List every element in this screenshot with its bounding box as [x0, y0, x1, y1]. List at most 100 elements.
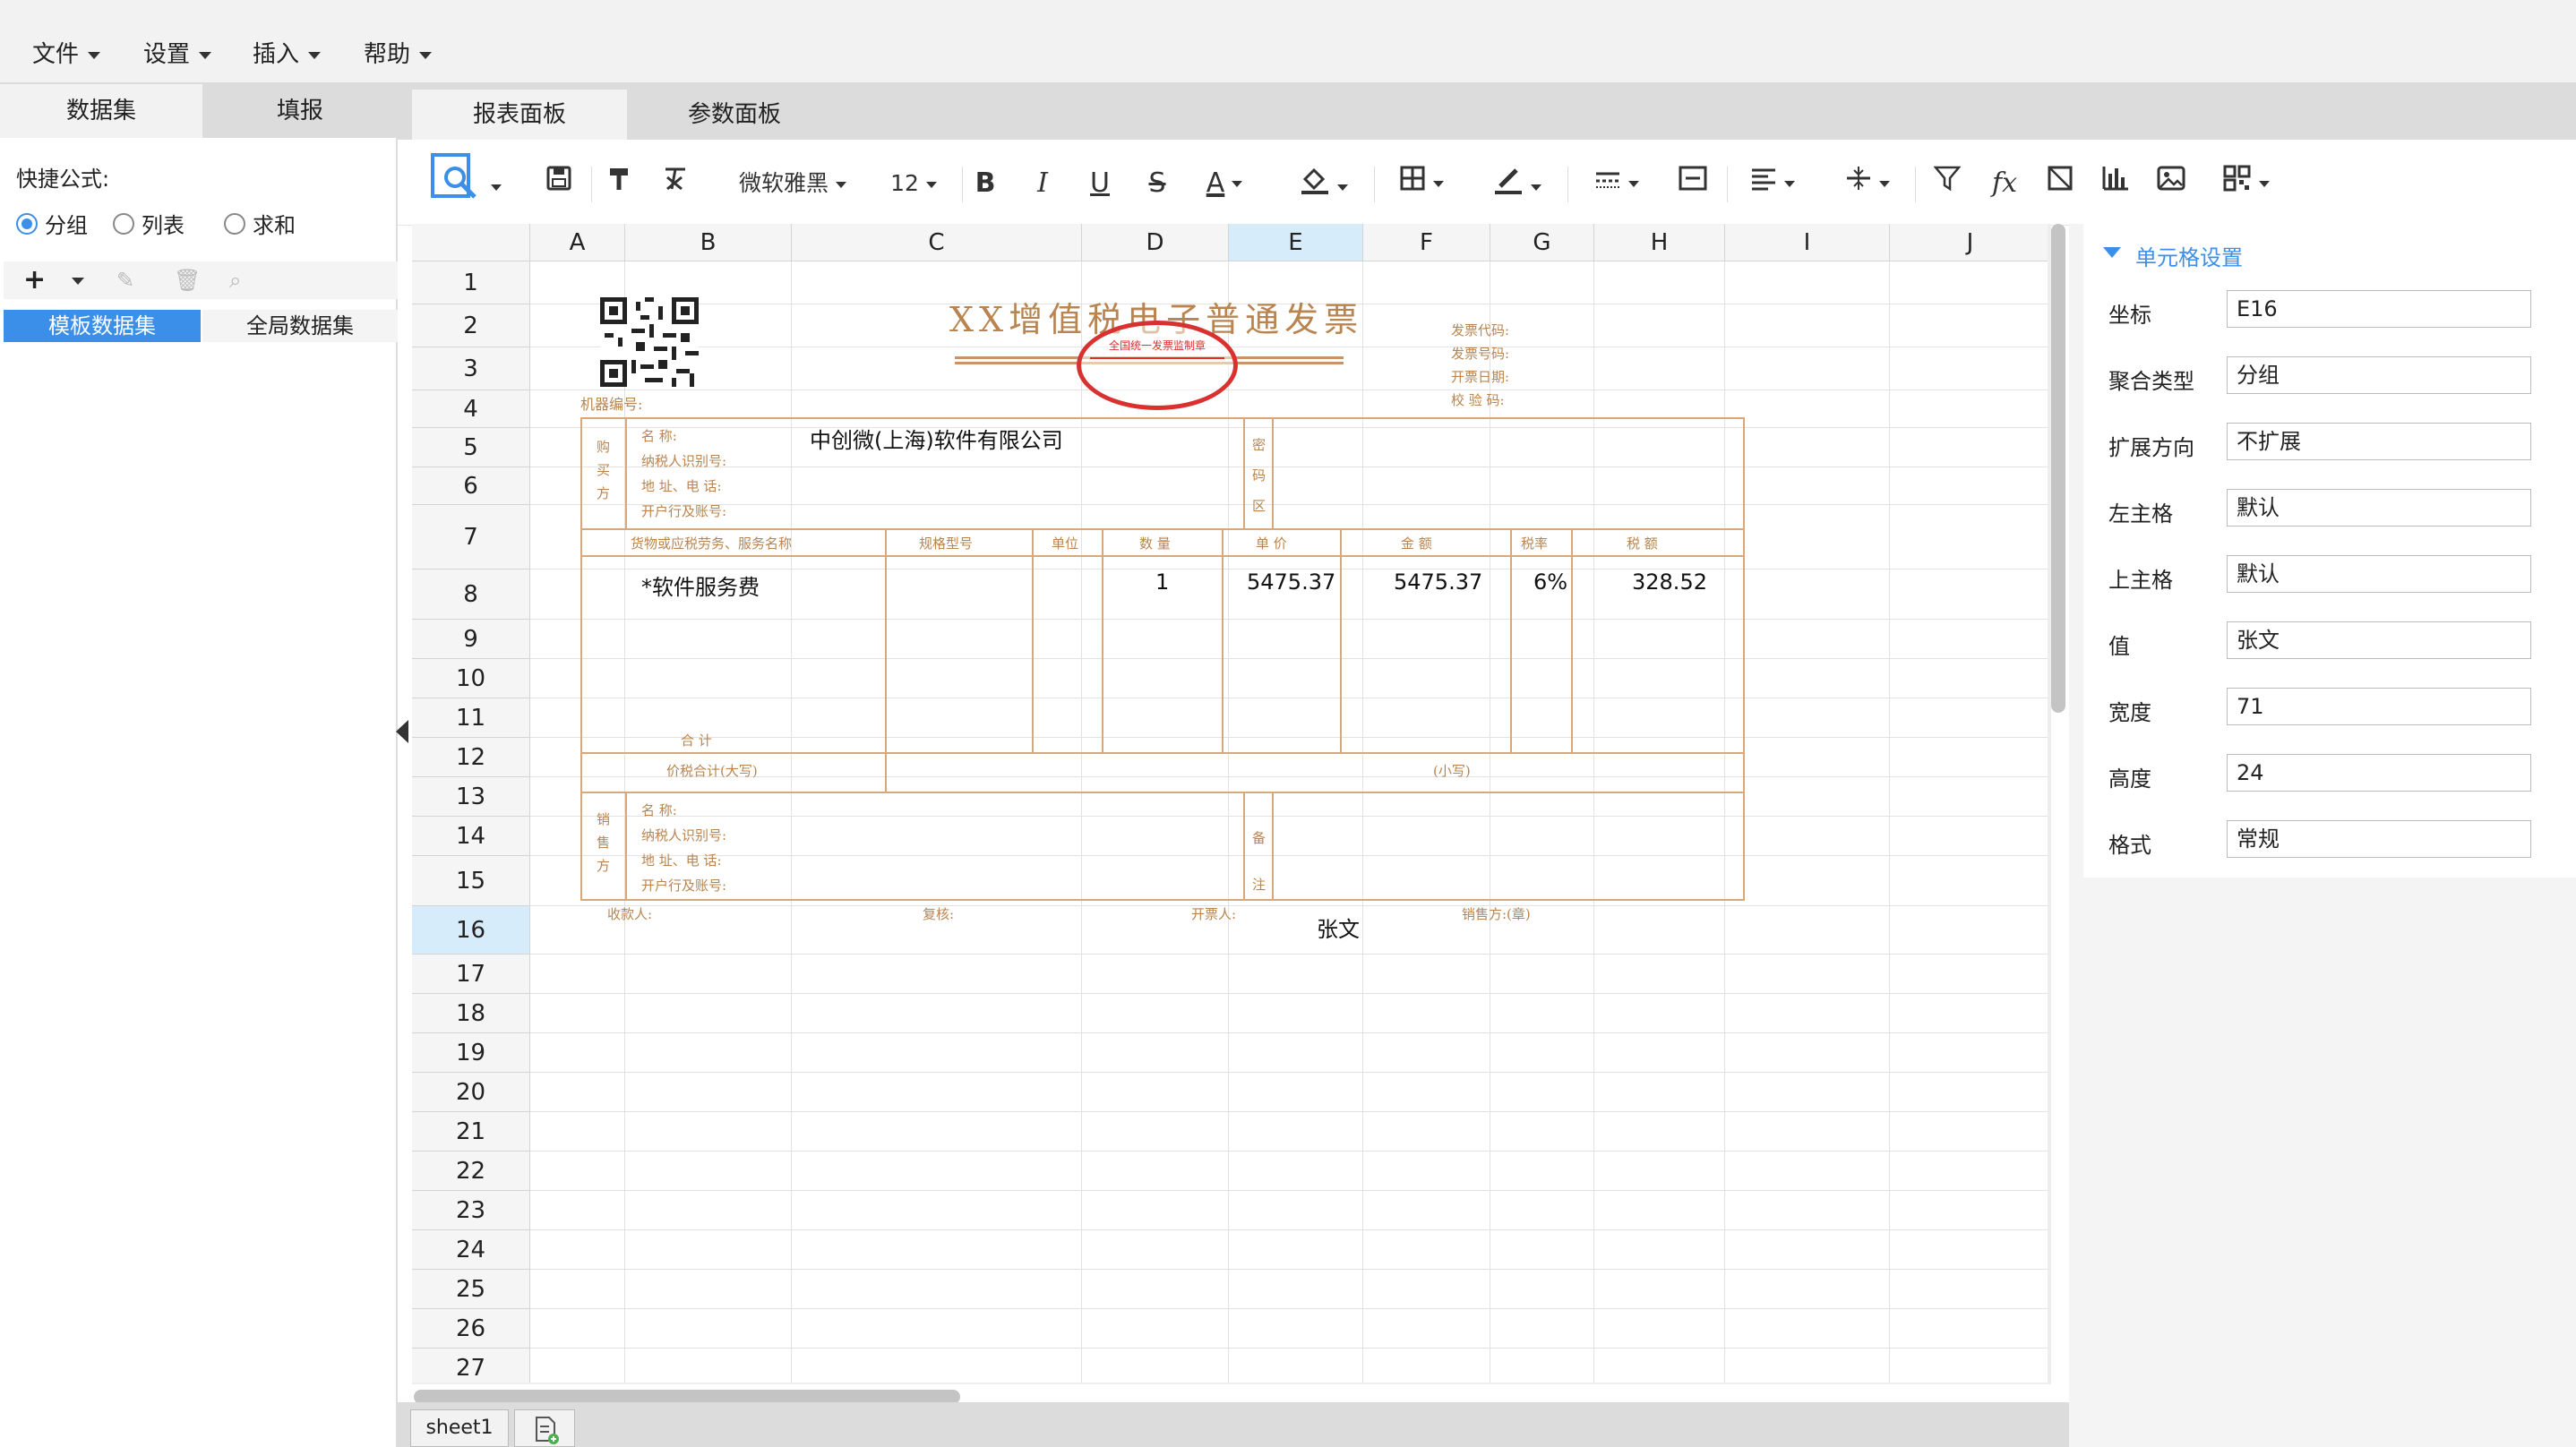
cell-price[interactable]: 5475.37 — [1247, 569, 1335, 595]
search-icon[interactable]: ⌕ — [229, 261, 241, 299]
divider — [1374, 167, 1375, 202]
merge-cells-icon[interactable] — [1675, 165, 1711, 202]
filter-icon[interactable] — [1929, 165, 1965, 202]
save-icon[interactable] — [541, 165, 577, 202]
cell-company[interactable]: 中创微(上海)软件有限公司 — [810, 423, 1063, 454]
radio-checked-icon — [16, 212, 38, 235]
menu-settings[interactable]: 设置 — [143, 36, 212, 69]
preview-icon[interactable] — [430, 152, 482, 202]
prop-input[interactable]: 24 — [2227, 754, 2531, 792]
border-icon — [1400, 166, 1425, 191]
tab-report-panel[interactable]: 报表面板 — [412, 90, 627, 140]
tab-template-dataset[interactable]: 模板数据集 — [4, 310, 201, 342]
spreadsheet[interactable]: A B C D E F G H I J 1 2 3 4 5 6 7 8 9 10 11 12 13 14 15 16 17 18 19 2… — [412, 224, 2051, 1384]
clear-format-icon[interactable] — [657, 165, 693, 202]
prop-input[interactable]: 张文 — [2227, 621, 2531, 659]
prop-input[interactable]: 默认 — [2227, 555, 2531, 593]
header-spec: 规格型号 — [919, 535, 974, 552]
border-color-button[interactable] — [1481, 165, 1553, 202]
invoice-template: XX增值税电子普通发票 全国统一发票监制章 发票代码: 发票号码: 开票日期: … — [412, 224, 2051, 1384]
radio-sum[interactable]: 求和 — [224, 208, 296, 239]
add-sheet-button[interactable] — [514, 1409, 575, 1447]
tab-dataset[interactable]: 数据集 — [0, 84, 202, 138]
password-area-label: 密码区 — [1252, 437, 1267, 514]
prop-input[interactable]: 默认 — [2227, 489, 2531, 527]
machine-number-label: 机器编号: — [580, 396, 643, 413]
delete-icon[interactable]: 🗑 — [174, 261, 201, 299]
invoice-number-label: 发票号码: — [1451, 346, 1510, 362]
chevron-down-icon[interactable] — [72, 278, 84, 285]
tab-global-dataset[interactable]: 全局数据集 — [202, 310, 398, 342]
chart-icon[interactable] — [2098, 165, 2134, 202]
cell-name[interactable]: 张文 — [1317, 912, 1360, 943]
cell-settings-title[interactable]: 单元格设置 — [2135, 240, 2243, 271]
chevron-down-icon[interactable] — [491, 184, 502, 191]
font-size-select[interactable]: 12 — [878, 165, 949, 202]
cell-amount[interactable]: 5475.37 — [1394, 569, 1482, 595]
qrcode-button[interactable] — [2212, 165, 2280, 202]
edit-icon[interactable]: ✎ — [116, 261, 134, 299]
radio-list[interactable]: 列表 — [113, 208, 185, 239]
cell-tax[interactable]: 328.52 — [1632, 569, 1707, 595]
radio-list-label: 列表 — [142, 213, 185, 238]
header-rate: 税率 — [1521, 535, 1549, 552]
prop-input[interactable]: 分组 — [2227, 356, 2531, 394]
left-panel: 数据集 填报 快捷公式: 分组 列表 求和 + ✎ 🗑 ⌕ 模板数据集 全局数据… — [0, 84, 398, 1447]
underline-button[interactable]: U — [1082, 165, 1118, 202]
slash-cell-icon[interactable] — [2042, 165, 2078, 202]
seller-address-label: 地 址、电 话: — [641, 852, 722, 869]
vertical-scrollbar[interactable] — [2051, 224, 2065, 713]
stamp-line — [1090, 357, 1224, 359]
prop-label: 扩展方向 — [2108, 435, 2194, 460]
prop-input[interactable]: 常规 — [2227, 820, 2531, 858]
border-button[interactable] — [1390, 165, 1453, 202]
chevron-down-icon — [419, 51, 433, 59]
align-button[interactable] — [1741, 165, 1804, 202]
sheet-tab[interactable]: sheet1 — [410, 1409, 509, 1447]
prop-input[interactable]: 71 — [2227, 688, 2531, 725]
drawer-label: 开票人: — [1191, 906, 1237, 922]
prop-input[interactable]: 不扩展 — [2227, 423, 2531, 460]
formula-button[interactable]: fx — [1985, 165, 2024, 202]
cell-rate[interactable]: 6% — [1533, 569, 1567, 595]
format-painter-icon[interactable] — [602, 165, 638, 202]
total-label: 合 计 — [681, 732, 712, 749]
chevron-down-icon[interactable] — [2103, 247, 2121, 258]
buyer-bank-label: 开户行及账号: — [641, 503, 727, 519]
strikethrough-button[interactable]: S — [1139, 165, 1175, 202]
radio-group[interactable]: 分组 — [16, 208, 88, 239]
col-line — [1340, 528, 1342, 752]
line-style-button[interactable] — [1585, 165, 1648, 202]
invoice-stamp: 全国统一发票监制章 — [1077, 321, 1238, 410]
image-icon[interactable] — [2153, 165, 2189, 202]
prop-input[interactable]: E16 — [2227, 290, 2531, 328]
font-family-select[interactable]: 微软雅黑 — [726, 165, 860, 202]
cell-qty[interactable]: 1 — [1155, 569, 1169, 595]
app-window: 文件 设置 插入 帮助 数据集 填报 快捷公式: 分组 列表 求和 + ✎ 🗑 … — [0, 0, 2576, 1447]
tab-fill[interactable]: 填报 — [202, 84, 398, 138]
menu-insert[interactable]: 插入 — [253, 36, 322, 69]
radio-icon — [113, 212, 134, 235]
add-dataset-button[interactable]: + — [23, 261, 46, 299]
menu-file[interactable]: 文件 — [32, 36, 101, 69]
font-color-button[interactable]: A — [1193, 165, 1256, 202]
seller-taxid-label: 纳税人识别号: — [641, 827, 727, 843]
qrcode-icon — [2223, 165, 2251, 192]
italic-button[interactable]: I — [1025, 165, 1060, 202]
prop-label: 左主格 — [2108, 501, 2173, 527]
divider — [962, 167, 963, 202]
fill-color-button[interactable] — [1288, 165, 1360, 202]
tab-param-panel[interactable]: 参数面板 — [627, 90, 842, 140]
menu-help[interactable]: 帮助 — [364, 36, 433, 69]
valign-button[interactable] — [1836, 165, 1899, 202]
bold-button[interactable]: B — [967, 165, 1003, 202]
collapse-left-icon[interactable] — [396, 720, 408, 743]
cell-item[interactable]: *软件服务费 — [641, 569, 760, 601]
prop-label: 聚合类型 — [2108, 369, 2194, 394]
header-qty: 数 量 — [1139, 535, 1171, 552]
chevron-down-icon — [88, 51, 101, 59]
cell-settings-panel: 单元格设置 坐标 E16 聚合类型 分组 扩展方向 不扩展 左主格 默认 上主格 默认值张文 宽度 7… — [2069, 224, 2576, 1447]
divider — [591, 167, 592, 202]
invoice-code-label: 发票代码: — [1451, 322, 1510, 338]
invoice-divider — [580, 792, 1745, 793]
